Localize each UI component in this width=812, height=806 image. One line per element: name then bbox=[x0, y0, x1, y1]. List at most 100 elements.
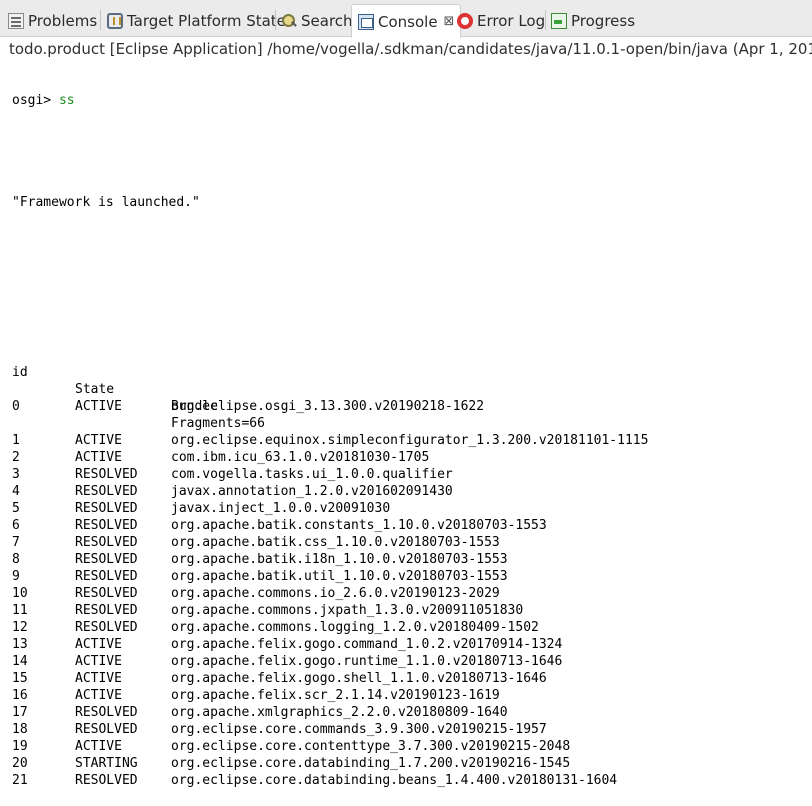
bundle-row: 16 ACTIVE org.apache.felix.scr_2.1.14.v201… bbox=[12, 687, 812, 704]
console-prompt-line: osgi> ss bbox=[12, 92, 812, 109]
bundle-state: ACTIVE bbox=[75, 399, 122, 414]
bundle-id: 20 bbox=[12, 756, 28, 771]
console-output[interactable]: osgi> ss "Framework is launched." id Sta… bbox=[12, 58, 812, 806]
bundle-id: 4 bbox=[12, 484, 20, 499]
bundle-id: 7 bbox=[12, 535, 20, 550]
bundle-state: RESOLVED bbox=[75, 467, 138, 482]
progress-icon bbox=[551, 13, 567, 29]
bundle-state: ACTIVE bbox=[75, 671, 122, 686]
close-icon[interactable]: ⊠ bbox=[444, 14, 455, 29]
bundle-state: RESOLVED bbox=[75, 773, 138, 788]
bundle-row: 21 RESOLVED org.eclipse.core.databinding.b… bbox=[12, 772, 812, 789]
bundle-id: 1 bbox=[12, 433, 20, 448]
console-launch-info: todo.product [Eclipse Application] /home… bbox=[9, 40, 812, 58]
bundle-id: 9 bbox=[12, 569, 20, 584]
bundle-row: 18 RESOLVED org.eclipse.core.commands_3.9.… bbox=[12, 721, 812, 738]
bundle-name: com.ibm.icu_63.1.0.v20181030-1705 bbox=[171, 450, 430, 465]
bundle-table-header: id State Bundle bbox=[12, 347, 812, 414]
bundle-id: 5 bbox=[12, 501, 20, 516]
tab-problems[interactable]: Problems bbox=[8, 5, 97, 37]
tab-label: Progress bbox=[571, 12, 636, 30]
bundle-name: org.eclipse.core.commands_3.9.300.v20190… bbox=[171, 722, 547, 737]
bundle-state: RESOLVED bbox=[75, 620, 138, 635]
tab-progress[interactable]: Progress bbox=[551, 5, 635, 37]
bundle-name: com.vogella.tasks.ui_1.0.0.qualifier bbox=[171, 467, 453, 482]
bundle-id: 21 bbox=[12, 773, 28, 788]
bundle-row: 17 RESOLVED org.apache.xmlgraphics_2.2.0.v… bbox=[12, 704, 812, 721]
bundle-id: 0 bbox=[12, 399, 20, 414]
bundle-row: 7 RESOLVED org.apache.batik.css_1.10.0.v20… bbox=[12, 534, 812, 551]
bundle-state: RESOLVED bbox=[75, 518, 138, 533]
bundle-name: Fragments=66 bbox=[171, 416, 265, 431]
tab-label: Search bbox=[301, 12, 353, 30]
bundle-name: org.apache.commons.logging_1.2.0.v201804… bbox=[171, 620, 539, 635]
bundle-name: org.apache.felix.gogo.shell_1.1.0.v20180… bbox=[171, 671, 547, 686]
bundle-name: org.eclipse.core.databinding.beans_1.4.4… bbox=[171, 773, 618, 788]
bundle-row: 14 ACTIVE org.apache.felix.gogo.runtime_1.… bbox=[12, 653, 812, 670]
bundle-name: org.apache.batik.css_1.10.0.v20180703-15… bbox=[171, 535, 500, 550]
bundle-row: 8 RESOLVED org.apache.batik.i18n_1.10.0.v2… bbox=[12, 551, 812, 568]
bundle-id: 12 bbox=[12, 620, 28, 635]
bundle-row: 3 RESOLVED com.vogella.tasks.ui_1.0.0.qual… bbox=[12, 466, 812, 483]
bundle-state: RESOLVED bbox=[75, 603, 138, 618]
bundle-state: ACTIVE bbox=[75, 688, 122, 703]
tab-target-platform-state[interactable]: Target Platform State bbox=[107, 5, 286, 37]
search-icon bbox=[281, 13, 297, 29]
bundle-name: org.apache.felix.gogo.command_1.0.2.v201… bbox=[171, 637, 563, 652]
bundle-row: Fragments=66 bbox=[12, 415, 812, 432]
target-platform-icon bbox=[107, 13, 123, 29]
bundle-state: ACTIVE bbox=[75, 739, 122, 754]
bundle-id: 13 bbox=[12, 637, 28, 652]
bundle-row: 20 STARTING org.eclipse.core.databinding_1… bbox=[12, 755, 812, 772]
bundle-state: ACTIVE bbox=[75, 654, 122, 669]
bundle-name: org.apache.batik.i18n_1.10.0.v20180703-1… bbox=[171, 552, 508, 567]
tab-error-log[interactable]: Error Log bbox=[457, 5, 545, 37]
console-prompt: osgi> bbox=[12, 93, 59, 108]
bundle-name: org.apache.felix.scr_2.1.14.v20190123-16… bbox=[171, 688, 500, 703]
bundle-name: org.eclipse.core.contenttype_3.7.300.v20… bbox=[171, 739, 571, 754]
error-log-icon bbox=[457, 13, 473, 29]
bundle-name: javax.annotation_1.2.0.v201602091430 bbox=[171, 484, 453, 499]
bundle-id: 8 bbox=[12, 552, 20, 567]
bundle-name: org.eclipse.osgi_3.13.300.v20190218-1622 bbox=[171, 399, 485, 414]
bundle-state: RESOLVED bbox=[75, 705, 138, 720]
tab-label: Error Log bbox=[477, 12, 546, 30]
bundle-state: RESOLVED bbox=[75, 722, 138, 737]
bundle-id: 14 bbox=[12, 654, 28, 669]
bundle-id: 10 bbox=[12, 586, 28, 601]
bundle-state: RESOLVED bbox=[75, 586, 138, 601]
tab-separator bbox=[275, 10, 276, 30]
bundle-name: javax.inject_1.0.0.v20091030 bbox=[171, 501, 391, 516]
bundle-id: 15 bbox=[12, 671, 28, 686]
problems-icon bbox=[8, 13, 24, 29]
bundle-state: STARTING bbox=[75, 756, 138, 771]
bundle-row: 19 ACTIVE org.eclipse.core.contenttype_3.7… bbox=[12, 738, 812, 755]
tab-separator bbox=[100, 10, 101, 30]
bundle-state: ACTIVE bbox=[75, 433, 122, 448]
bundle-name: org.apache.commons.io_2.6.0.v20190123-20… bbox=[171, 586, 500, 601]
bundle-row: 2 ACTIVE com.ibm.icu_63.1.0.v20181030-1705 bbox=[12, 449, 812, 466]
bundle-id: 16 bbox=[12, 688, 28, 703]
bundle-row: 0 ACTIVE org.eclipse.osgi_3.13.300.v201902… bbox=[12, 398, 812, 415]
tab-label: Problems bbox=[28, 12, 98, 30]
tab-search[interactable]: Search bbox=[281, 5, 353, 37]
bundle-row: 11 RESOLVED org.apache.commons.jxpath_1.3.… bbox=[12, 602, 812, 619]
bundle-table-rows: 0 ACTIVE org.eclipse.osgi_3.13.300.v201902… bbox=[12, 398, 812, 789]
bundle-id: 19 bbox=[12, 739, 28, 754]
bundle-id: 18 bbox=[12, 722, 28, 737]
header-state: State bbox=[75, 382, 115, 397]
bundle-id: 11 bbox=[12, 603, 28, 618]
bundle-row: 1 ACTIVE org.eclipse.equinox.simpleconfigu… bbox=[12, 432, 812, 449]
console-icon bbox=[358, 13, 374, 30]
bundle-row: 9 RESOLVED org.apache.batik.util_1.10.0.v2… bbox=[12, 568, 812, 585]
bundle-row: 6 RESOLVED org.apache.batik.constants_1.10… bbox=[12, 517, 812, 534]
bundle-name: org.eclipse.equinox.simpleconfigurator_1… bbox=[171, 433, 649, 448]
tab-console[interactable]: Console ⊠ bbox=[351, 4, 462, 38]
bundle-id: 3 bbox=[12, 467, 20, 482]
bundle-name: org.apache.batik.util_1.10.0.v20180703-1… bbox=[171, 569, 508, 584]
bundle-state: ACTIVE bbox=[75, 450, 122, 465]
bundle-state: RESOLVED bbox=[75, 501, 138, 516]
